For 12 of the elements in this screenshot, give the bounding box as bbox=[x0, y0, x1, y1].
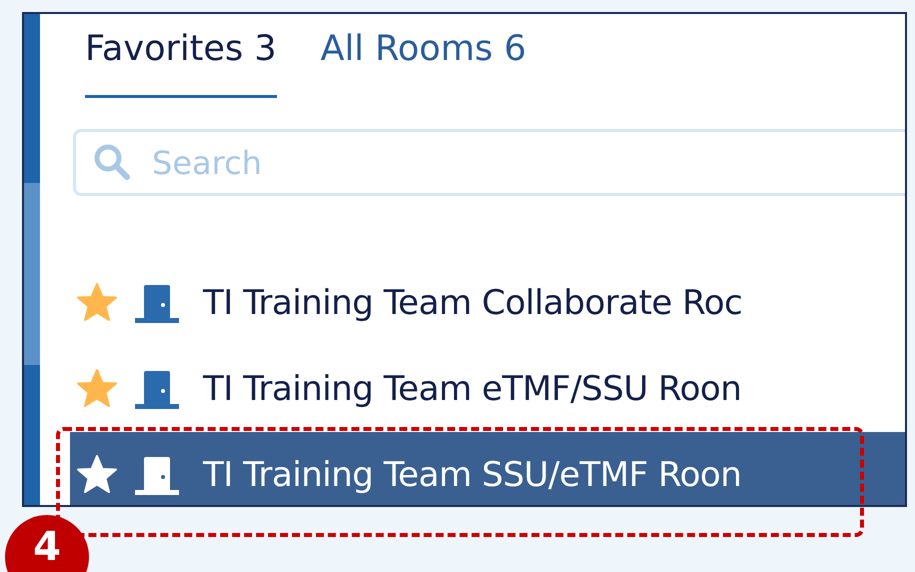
room-item[interactable]: TI Training Team Collaborate Roc bbox=[70, 260, 905, 346]
search-field[interactable]: Search bbox=[73, 129, 905, 196]
room-name: TI Training Team eTMF/SSU Roon bbox=[203, 369, 742, 409]
tab[interactable]: Favorites 3 bbox=[85, 26, 276, 98]
room-item[interactable]: TI Training Team SSU/eTMF Roon bbox=[70, 432, 905, 505]
step-badge: 4 bbox=[5, 515, 89, 572]
scrollbar[interactable] bbox=[24, 14, 40, 505]
tab[interactable]: All Rooms 6 bbox=[320, 26, 526, 98]
room-name: TI Training Team Collaborate Roc bbox=[203, 283, 742, 323]
room-item[interactable]: TI Training Team eTMF/SSU Roon bbox=[70, 346, 905, 432]
room-name: TI Training Team SSU/eTMF Roon bbox=[203, 455, 742, 495]
search-icon bbox=[93, 143, 131, 181]
